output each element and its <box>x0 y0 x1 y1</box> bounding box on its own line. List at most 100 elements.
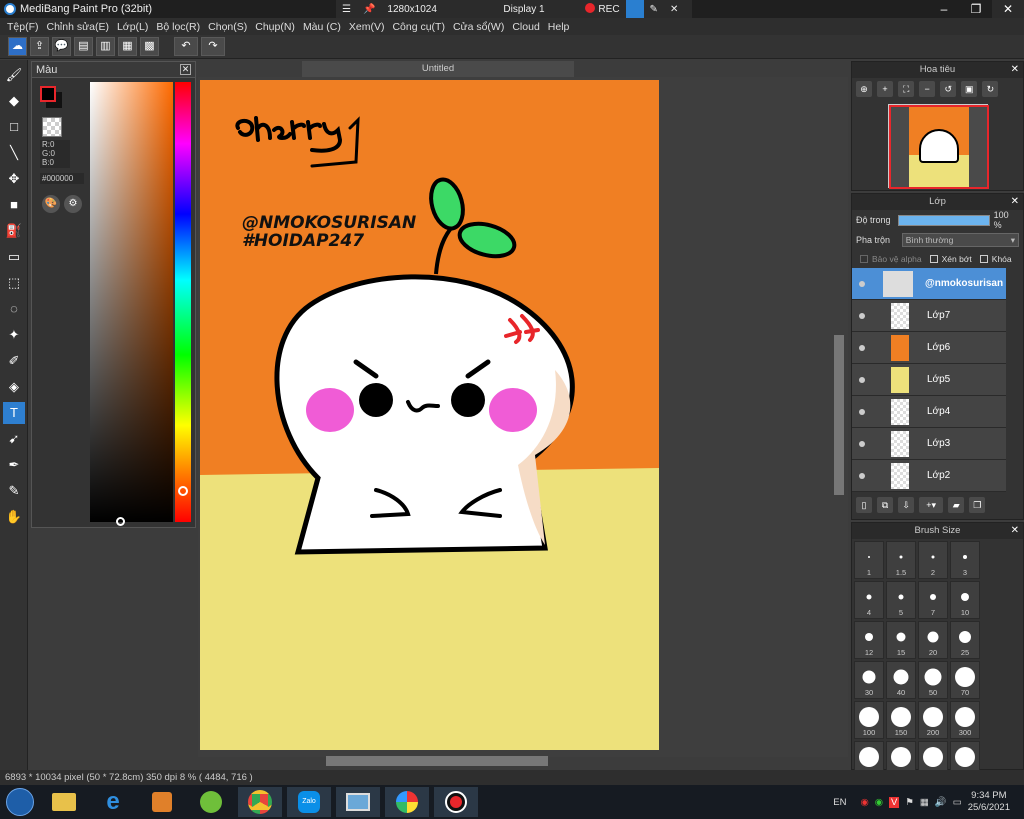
volume-icon[interactable]: 🔊 <box>935 797 947 808</box>
operation-tool-icon[interactable]: ➹ <box>3 428 25 450</box>
pen-tool-icon[interactable]: ✎ <box>3 480 25 502</box>
tray-red-icon[interactable]: ◉ <box>860 797 868 808</box>
eye-icon[interactable] <box>859 376 865 383</box>
saturation-value-picker[interactable] <box>90 82 173 526</box>
hand-tool-icon[interactable]: ✋ <box>3 506 25 528</box>
layer-row[interactable]: @nmokosurisan <box>852 268 1006 300</box>
close-icon[interactable]: ✕ <box>180 64 191 75</box>
language-indicator[interactable]: EN <box>833 797 846 808</box>
brush-size-option[interactable]: 40 <box>886 661 916 699</box>
primary-color-swatch[interactable] <box>40 86 56 102</box>
hex-field[interactable]: #000000 <box>40 173 84 184</box>
menu-tools[interactable]: Công cụ(T) <box>392 21 445 33</box>
select-rect-tool-icon[interactable]: ⬚ <box>3 272 25 294</box>
eraser-tool-icon[interactable]: ◆ <box>3 90 25 112</box>
brush-size-option[interactable]: 4 <box>854 581 884 619</box>
menu-window[interactable]: Cửa sổ(W) <box>453 21 504 33</box>
tray-network-icon[interactable]: ▦ <box>920 797 929 808</box>
page-icon[interactable]: ▥ <box>96 37 115 56</box>
layer-row[interactable]: Lớp3 <box>852 428 1006 460</box>
tray-green-icon[interactable]: ◉ <box>875 797 883 808</box>
brush-size-option[interactable]: 200 <box>918 701 948 739</box>
brush-size-option[interactable]: 2 <box>918 541 948 579</box>
zalo-icon[interactable]: Zalo <box>287 787 331 817</box>
line-tool-icon[interactable]: ╲ <box>3 142 25 164</box>
tray-flag-icon[interactable]: ⚑ <box>905 797 914 808</box>
rotate-right-icon[interactable]: ↻ <box>982 81 999 97</box>
brush-size-option[interactable]: 1 <box>854 541 884 579</box>
hue-slider[interactable] <box>175 82 191 522</box>
brush-size-option[interactable]: 50 <box>918 661 948 699</box>
brush-size-option[interactable]: 10 <box>950 581 980 619</box>
lasso-tool-icon[interactable]: ◌ <box>3 298 25 320</box>
select-pen-tool-icon[interactable]: ✐ <box>3 350 25 372</box>
menu-filter[interactable]: Bộ lọc(R) <box>156 21 200 33</box>
capture-icon[interactable] <box>625 0 644 18</box>
bucket-tool-icon[interactable]: ⛽ <box>3 220 25 242</box>
rotate-left-icon[interactable]: ↺ <box>940 81 957 97</box>
document-tab[interactable]: Untitled <box>302 61 574 77</box>
brush-size-option[interactable]: 100 <box>854 701 884 739</box>
select-eraser-tool-icon[interactable]: ◈ <box>3 376 25 398</box>
menu-help[interactable]: Help <box>548 21 570 33</box>
eyedropper-tool-icon[interactable]: ✒ <box>3 454 25 476</box>
layer-row[interactable]: Lớp4 <box>852 396 1006 428</box>
brush-size-option[interactable]: 150 <box>886 701 916 739</box>
maximize-button[interactable]: ❐ <box>960 0 992 18</box>
close-icon[interactable]: ✕ <box>1011 523 1019 539</box>
close-button[interactable]: ✕ <box>992 0 1024 18</box>
brush-size-option[interactable]: 1.5 <box>886 541 916 579</box>
brush-size-option[interactable]: 300 <box>950 701 980 739</box>
brush-size-option[interactable]: 3 <box>950 541 980 579</box>
speech-bubble-icon[interactable]: 💬 <box>52 37 71 56</box>
menu-view[interactable]: Xem(V) <box>349 21 385 33</box>
magic-wand-tool-icon[interactable]: ✦ <box>3 324 25 346</box>
eye-icon[interactable] <box>859 408 865 415</box>
zoom-fit-icon[interactable]: ⊕ <box>856 81 872 97</box>
upload-icon[interactable]: ⇪ <box>30 37 49 56</box>
palette-settings-icon[interactable]: ⚙ <box>64 195 82 213</box>
cloud-save-icon[interactable]: ☁ <box>8 37 27 56</box>
brush-size-option[interactable]: 7 <box>918 581 948 619</box>
tray-v-icon[interactable]: V <box>889 796 900 808</box>
lock-checkbox[interactable] <box>979 255 988 263</box>
photos-icon[interactable] <box>336 787 380 817</box>
fill-rect-tool-icon[interactable]: ■ <box>3 194 25 216</box>
media-player-icon[interactable] <box>140 787 184 817</box>
layer-row[interactable]: Lớp5 <box>852 364 1006 396</box>
brush-size-option[interactable]: 5 <box>886 581 916 619</box>
undo-icon[interactable]: ↶ <box>174 37 198 56</box>
brush-tool-icon[interactable]: 🖌 <box>3 64 25 86</box>
zoom-in-icon[interactable]: + <box>877 81 894 97</box>
gradient-tool-icon[interactable]: ▭ <box>3 246 25 268</box>
comment-icon[interactable]: ▤ <box>74 37 93 56</box>
minimize-button[interactable]: – <box>928 0 960 18</box>
close-icon[interactable]: ✕ <box>1011 194 1019 210</box>
fit-window-icon[interactable]: ⛶ <box>898 81 915 97</box>
grid-icon[interactable]: ▩ <box>140 37 159 56</box>
menu-lines-icon[interactable]: ☰ <box>342 4 351 15</box>
actual-size-icon[interactable]: ▣ <box>961 81 978 97</box>
menu-file[interactable]: Tệp(F) <box>7 21 39 33</box>
navigator-viewport-frame[interactable] <box>889 105 989 189</box>
shape-tool-icon[interactable]: □ <box>3 116 25 138</box>
text-tool-icon[interactable]: T <box>3 402 25 424</box>
menu-snap[interactable]: Chụp(N) <box>255 21 295 33</box>
new-layer-icon[interactable]: ▯ <box>856 497 872 513</box>
recorder-app-icon[interactable] <box>434 787 478 817</box>
horizontal-scroll-thumb[interactable] <box>326 756 548 766</box>
vertical-scrollbar[interactable] <box>832 80 846 750</box>
recorder-display[interactable]: Display 1 <box>503 4 573 15</box>
opacity-slider[interactable] <box>897 214 990 226</box>
folder-icon[interactable]: ▰ <box>948 497 965 513</box>
clover-icon[interactable] <box>189 787 233 817</box>
blend-dropdown[interactable]: Bình thường ▾ <box>901 233 1019 247</box>
layer-copy-icon[interactable]: ❐ <box>969 497 986 513</box>
menu-color[interactable]: Màu (C) <box>303 21 341 33</box>
layer-row[interactable]: Lớp2 <box>852 460 1006 492</box>
duplicate-layer-icon[interactable]: ⧉ <box>877 497 894 513</box>
start-button[interactable] <box>6 788 34 816</box>
brush-size-option[interactable]: 20 <box>918 621 948 659</box>
brush-size-option[interactable]: 70 <box>950 661 980 699</box>
chrome-icon[interactable] <box>238 787 282 817</box>
